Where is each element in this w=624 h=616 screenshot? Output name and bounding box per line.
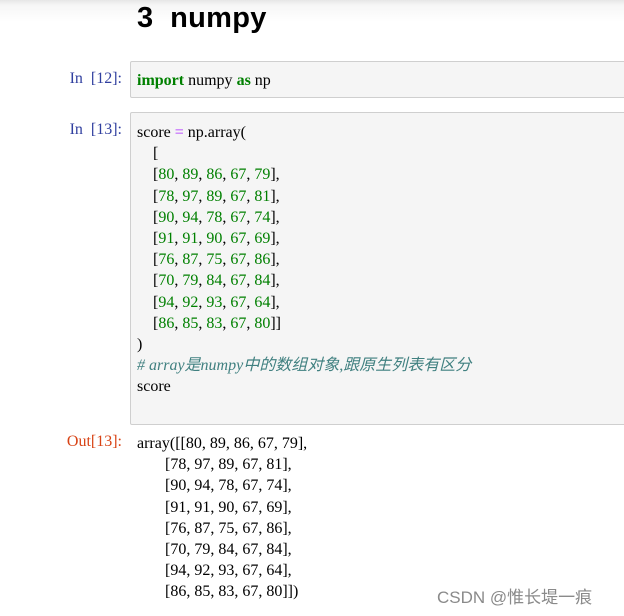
code-call: np.array(: [183, 124, 246, 141]
code-number: 91: [158, 230, 175, 248]
output-prompt-13: Out[13]:: [66, 433, 122, 450]
code-number: 78: [158, 187, 175, 205]
code-number: 84: [254, 272, 271, 290]
code-open-bracket: [: [137, 145, 159, 163]
code-array-row: [80, 89, 86, 67, 79],: [137, 166, 280, 184]
output-area: array([[80, 89, 86, 67, 79], [78, 97, 89…: [137, 433, 307, 603]
code-number: 94: [158, 293, 175, 311]
code-number: 80: [158, 166, 175, 184]
code-number: 86: [254, 251, 271, 269]
code-number: 67: [230, 166, 247, 184]
code-number: 85: [182, 314, 199, 332]
code-number: 89: [206, 187, 223, 205]
code-number: 67: [230, 251, 247, 269]
code-array-row: [91, 91, 90, 67, 69],: [137, 230, 280, 248]
output-line: array([[80, 89, 86, 67, 79],: [137, 435, 308, 452]
code-var: score: [137, 124, 175, 141]
code-number: 67: [230, 272, 247, 290]
code-block[interactable]: score = np.array( [ [80, 89, 86, 67, 79]…: [137, 122, 471, 398]
code-number: 90: [158, 208, 175, 226]
code-number: 75: [206, 251, 223, 269]
code-last-line: score: [137, 378, 171, 396]
code-array-rows: [80, 89, 86, 67, 79], [78, 97, 89, 67, 8…: [137, 166, 281, 331]
output-line: [78, 97, 89, 67, 81],: [165, 456, 292, 474]
code-number: 67: [230, 314, 247, 332]
code-cell-13[interactable]: score = np.array( [ [80, 89, 86, 67, 79]…: [130, 112, 624, 425]
code-number: 89: [182, 166, 199, 184]
code-number: 74: [254, 208, 271, 226]
code-array-row: [70, 79, 84, 67, 84],: [137, 272, 280, 290]
code-comment: # array是numpy中的数组对象,跟原生列表有区分: [137, 357, 472, 375]
code-number: 76: [158, 251, 175, 269]
code-array-row: [78, 97, 89, 67, 81],: [137, 187, 280, 205]
code-number: 80: [254, 314, 271, 332]
code-number: 64: [254, 293, 271, 311]
input-prompt-12: In [12]:: [69, 70, 122, 87]
code-array-row: [86, 85, 83, 67, 80]]: [137, 314, 281, 332]
code-number: 67: [230, 293, 247, 311]
code-number: 67: [230, 208, 247, 226]
code-number: 97: [182, 187, 199, 205]
code-number: 79: [254, 166, 271, 184]
code-number: 86: [206, 166, 223, 184]
output-line: [91, 91, 90, 67, 69],: [165, 498, 292, 516]
code-number: 79: [182, 272, 199, 290]
code-array-row: [76, 87, 75, 67, 86],: [137, 251, 280, 269]
output-line: [70, 79, 84, 67, 84],: [165, 541, 292, 559]
code-number: 93: [206, 293, 223, 311]
keyword-as: as: [236, 72, 251, 89]
output-line: [94, 92, 93, 67, 64],: [165, 562, 292, 580]
code-number: 84: [206, 272, 223, 290]
output-line: [86, 85, 83, 67, 80]]): [137, 583, 299, 601]
code-number: 86: [158, 314, 175, 332]
code-cell-12[interactable]: import numpy as np: [130, 61, 624, 98]
code-number: 69: [254, 230, 271, 248]
code-close-paren: ): [137, 336, 143, 354]
code-operator: =: [174, 124, 184, 141]
code-number: 70: [158, 272, 175, 290]
output-line: [76, 87, 75, 67, 86],: [165, 519, 292, 537]
code-number: 83: [206, 314, 223, 332]
module-name: numpy: [184, 72, 237, 89]
code-number: 81: [254, 187, 271, 205]
code-number: 78: [206, 208, 223, 226]
code-number: 87: [182, 251, 199, 269]
keyword-import: import: [137, 72, 185, 89]
code-number: 67: [230, 187, 247, 205]
code-line[interactable]: import numpy as np: [137, 70, 271, 91]
input-prompt-13: In [13]:: [69, 121, 122, 138]
code-number: 94: [182, 208, 199, 226]
watermark: CSDN @惟长堤一痕: [437, 588, 593, 607]
code-number: 90: [206, 230, 223, 248]
code-number: 92: [182, 293, 199, 311]
alias-name: np: [250, 72, 271, 89]
top-shadow: [0, 0, 624, 22]
output-line: [90, 94, 78, 67, 74],: [165, 477, 292, 495]
code-array-row: [94, 92, 93, 67, 64],: [137, 293, 280, 311]
code-array-row: [90, 94, 78, 67, 74],: [137, 208, 280, 226]
section-heading: 3 numpy: [137, 2, 267, 34]
code-number: 67: [230, 230, 247, 248]
code-number: 91: [182, 230, 199, 248]
